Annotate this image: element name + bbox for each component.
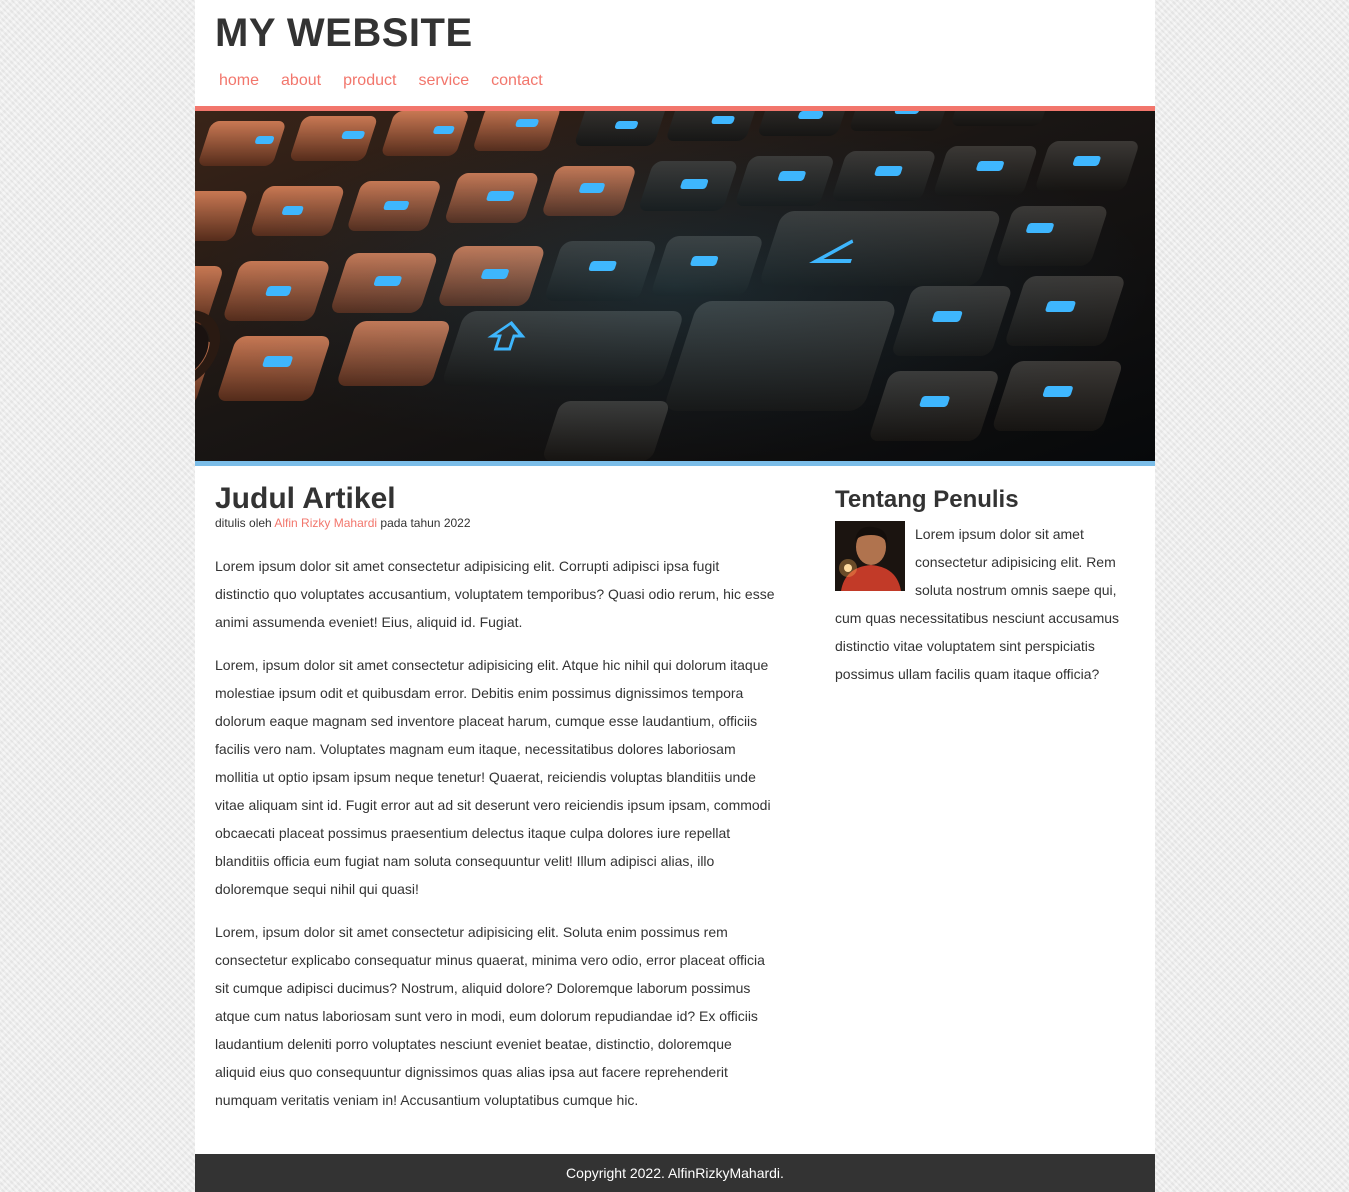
article-paragraph: Lorem ipsum dolor sit amet consectetur a… xyxy=(215,558,775,630)
nav-service[interactable]: service xyxy=(406,72,479,90)
article-paragraph: Lorem, ipsum dolor sit amet consectetur … xyxy=(215,657,771,897)
sidebar: Tentang Penulis Lorem ipsum dolor sit am… xyxy=(835,486,1130,688)
main-nav: home about product service contact xyxy=(207,72,553,90)
site-header: MY WEBSITE home about product service contac… xyxy=(195,0,1155,106)
site-footer: Copyright 2022. AlfinRizkyMahardi. xyxy=(195,1154,1155,1192)
nav-contact[interactable]: contact xyxy=(479,72,553,90)
article-title: Judul Artikel xyxy=(215,482,396,515)
keyboard-banner-image xyxy=(195,111,1155,461)
author-link[interactable]: Alfin Rizky Mahardi xyxy=(274,516,377,530)
site-title: MY WEBSITE xyxy=(215,11,473,55)
page-container: MY WEBSITE home about product service contac… xyxy=(195,0,1155,1192)
copyright-text: Copyright 2022. AlfinRizkyMahardi. xyxy=(566,1165,784,1181)
article-paragraph: Lorem, ipsum dolor sit amet consectetur … xyxy=(215,924,765,1108)
nav-product[interactable]: product xyxy=(331,72,406,90)
nav-home[interactable]: home xyxy=(207,72,269,90)
byline-suffix: pada tahun 2022 xyxy=(380,516,471,530)
nav-about[interactable]: about xyxy=(269,72,331,90)
author-avatar xyxy=(835,521,905,591)
article-byline: ditulis oleh Alfin Rizky Mahardi pada ta… xyxy=(215,516,775,530)
hero-banner xyxy=(195,111,1155,461)
byline-prefix: ditulis oleh xyxy=(215,516,272,530)
main-content: Judul Artikel ditulis oleh Alfin Rizky M… xyxy=(195,466,1155,1155)
sidebar-title: Tentang Penulis xyxy=(835,486,1019,513)
article: Judul Artikel ditulis oleh Alfin Rizky M… xyxy=(215,482,775,1114)
